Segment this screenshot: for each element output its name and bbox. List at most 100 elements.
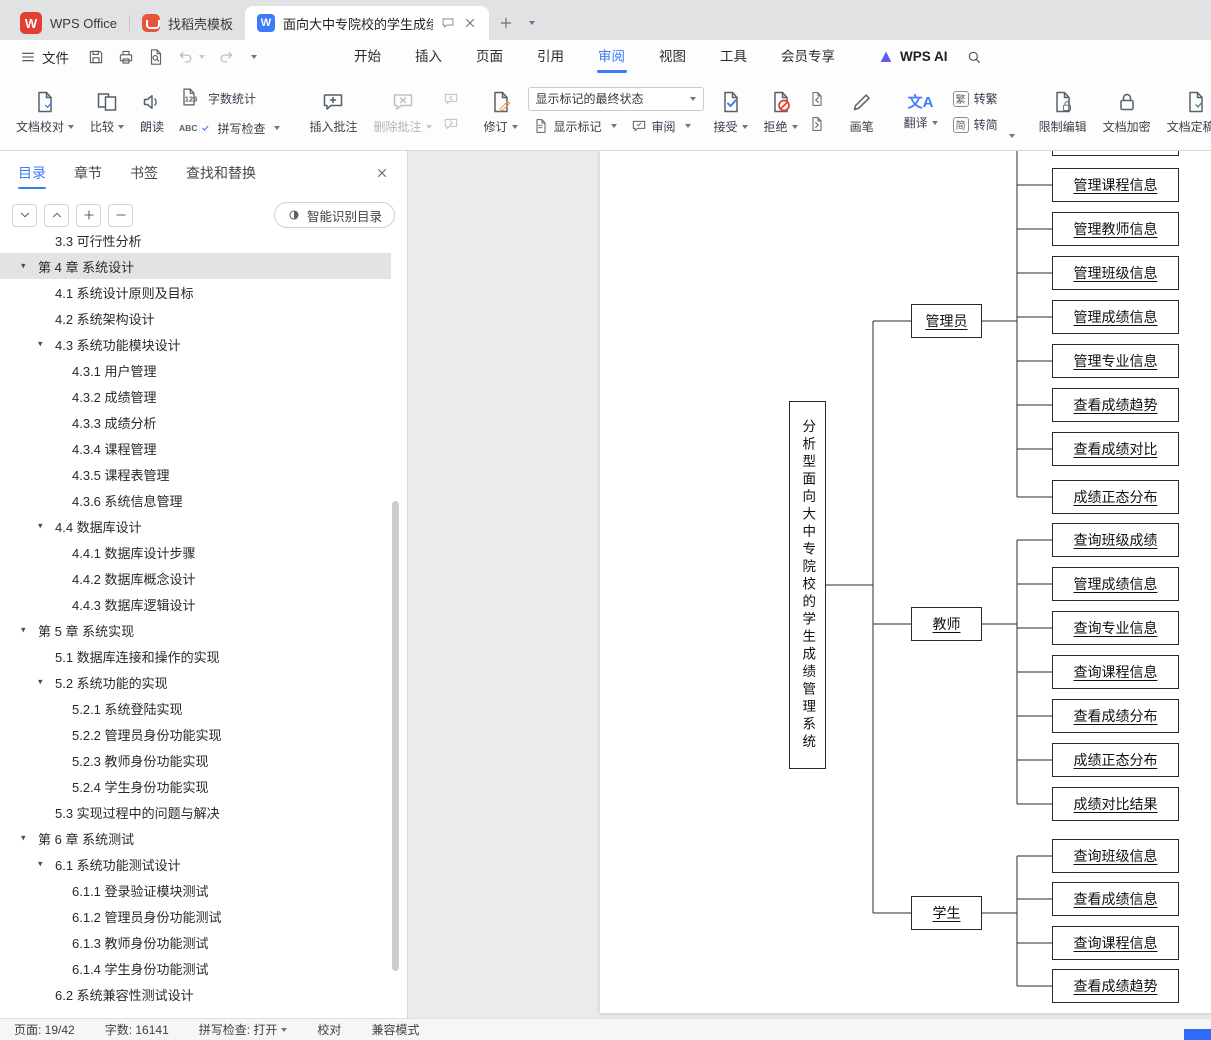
previous-comment-icon[interactable]: [443, 91, 459, 107]
sidebar-tab-bookmarks[interactable]: 书签: [130, 151, 158, 195]
encrypt-document-button[interactable]: 文档加密: [1095, 79, 1159, 145]
menu-tab-review[interactable]: 审阅: [581, 40, 642, 73]
redo-button[interactable]: [217, 48, 235, 66]
menu-tab-tools[interactable]: 工具: [703, 40, 764, 73]
toc-item[interactable]: 4.1 系统设计原则及目标: [0, 279, 391, 305]
toc-item[interactable]: 6.1.3 教师身份功能测试: [0, 929, 391, 955]
ink-brush-button[interactable]: 画笔: [842, 79, 882, 145]
file-menu-button[interactable]: 文件: [12, 47, 77, 67]
delete-comment-button[interactable]: 删除批注: [366, 79, 440, 145]
new-tab-button[interactable]: [495, 12, 517, 34]
toc-item[interactable]: 4.3.5 课程表管理: [0, 461, 391, 487]
markup-state-select[interactable]: 显示标记的最终状态: [527, 86, 704, 111]
print-button[interactable]: [117, 48, 135, 66]
reject-button[interactable]: 拒绝: [756, 79, 806, 145]
zoom-in-button[interactable]: [76, 203, 101, 227]
toc-item[interactable]: 5.2.4 学生身份功能实现: [0, 773, 391, 799]
finalize-document-button[interactable]: 文档定稿: [1159, 79, 1211, 145]
toc-item[interactable]: 6.2 系统兼容性测试设计: [0, 981, 391, 1007]
sidebar-tab-find-replace[interactable]: 查找和替换: [186, 151, 256, 195]
sidebar-tab-contents[interactable]: 目录: [18, 151, 46, 195]
toc-item[interactable]: 4.3.4 课程管理: [0, 435, 391, 461]
save-button[interactable]: [87, 48, 105, 66]
tab-docer-templates[interactable]: 找稻壳模板: [130, 6, 245, 40]
toc-item[interactable]: 4.4.2 数据库概念设计: [0, 565, 391, 591]
search-icon[interactable]: [966, 49, 982, 65]
toc-item[interactable]: 5.1 数据库连接和操作的实现: [0, 643, 391, 669]
sidebar-close-icon[interactable]: [375, 166, 389, 180]
doc-proofing-button[interactable]: 文档校对: [8, 79, 82, 145]
toc-item[interactable]: 4.4.1 数据库设计步骤: [0, 539, 391, 565]
toc-item[interactable]: 4.3.6 系统信息管理: [0, 487, 391, 513]
compare-button[interactable]: 比较: [82, 79, 132, 145]
toc-item[interactable]: 5.2.3 教师身份功能实现: [0, 747, 391, 773]
toc-item[interactable]: 5.2 系统功能的实现: [0, 669, 391, 695]
expand-arrow-icon[interactable]: [38, 859, 43, 870]
toc-item[interactable]: 3.3 可行性分析: [0, 235, 391, 253]
sidebar-tab-chapters[interactable]: 章节: [74, 151, 102, 195]
spell-check-toggle[interactable]: 拼写检查: 打开: [199, 1021, 288, 1038]
toc-item[interactable]: 6.1.1 登录验证模块测试: [0, 877, 391, 903]
proofread-button[interactable]: 校对: [317, 1021, 341, 1038]
toc-item[interactable]: 4.3.1 用户管理: [0, 357, 391, 383]
toc-item[interactable]: 4.4.3 数据库逻辑设计: [0, 591, 391, 617]
accept-button[interactable]: 接受: [706, 79, 756, 145]
restrict-editing-button[interactable]: 限制编辑: [1031, 79, 1095, 145]
tab-close-icon[interactable]: [463, 16, 477, 30]
word-count-button[interactable]: 123 字数统计: [174, 85, 285, 113]
toc-item[interactable]: 6.1.2 管理员身份功能测试: [0, 903, 391, 929]
menu-tab-home[interactable]: 开始: [337, 40, 398, 73]
wps-ai-button[interactable]: WPS AI: [878, 49, 948, 65]
toc-item[interactable]: 5.2.2 管理员身份功能实现: [0, 721, 391, 747]
undo-button[interactable]: [177, 48, 205, 66]
to-traditional-button[interactable]: 繁 转繁: [948, 88, 1003, 109]
tab-active-document[interactable]: W 面向大中专院校的学生成绩管: [244, 6, 489, 40]
diagram-function-box-clipped: [1052, 151, 1179, 156]
tab-list-chevron-icon[interactable]: [519, 12, 541, 34]
translate-button[interactable]: 文A 翻译: [896, 79, 946, 145]
menu-tab-reference[interactable]: 引用: [520, 40, 581, 73]
insert-comment-button[interactable]: 插入批注: [301, 79, 365, 145]
toc-item[interactable]: 6.1.4 学生身份功能测试: [0, 955, 391, 981]
toc-item[interactable]: 4.3.3 成绩分析: [0, 409, 391, 435]
toc-item-chapter-5[interactable]: 第 5 章 系统实现: [0, 617, 391, 643]
toc-item-chapter-4[interactable]: 第 4 章 系统设计: [0, 253, 391, 279]
expand-arrow-icon[interactable]: [21, 833, 26, 844]
quick-access-chevron-icon[interactable]: [247, 54, 257, 59]
toc-item[interactable]: 6.1 系统功能测试设计: [0, 851, 391, 877]
menu-tab-page[interactable]: 页面: [459, 40, 520, 73]
expand-arrow-icon[interactable]: [38, 521, 43, 532]
show-markup-button[interactable]: 显示标记: [528, 116, 622, 137]
menu-tab-membership[interactable]: 会员专享: [764, 40, 852, 73]
toc-item[interactable]: 4.3 系统功能模块设计: [0, 331, 391, 357]
menu-tab-view[interactable]: 视图: [642, 40, 703, 73]
sidebar-scrollbar-thumb[interactable]: [392, 501, 399, 971]
print-preview-button[interactable]: [147, 48, 165, 66]
zoom-out-button[interactable]: [108, 203, 133, 227]
collapse-all-button[interactable]: [44, 203, 69, 227]
read-aloud-button[interactable]: 朗读: [132, 79, 172, 145]
expand-arrow-icon[interactable]: [38, 677, 43, 688]
toc-item[interactable]: 4.4 数据库设计: [0, 513, 391, 539]
expand-arrow-icon[interactable]: [21, 625, 26, 636]
next-change-icon[interactable]: [809, 116, 825, 132]
spell-check-icon: ABC: [179, 122, 198, 133]
ribbon-more-chevron-icon[interactable]: [1005, 127, 1015, 142]
previous-change-icon[interactable]: [809, 91, 825, 107]
to-simplified-button[interactable]: 简 转简: [948, 114, 1003, 135]
toc-item[interactable]: 4.3.2 成绩管理: [0, 383, 391, 409]
review-pane-button[interactable]: 审阅: [626, 116, 696, 137]
track-changes-button[interactable]: 修订: [476, 79, 526, 145]
expand-arrow-icon[interactable]: [38, 339, 43, 350]
toc-item-chapter-6[interactable]: 第 6 章 系统测试: [0, 825, 391, 851]
tab-wps-office[interactable]: W WPS Office: [8, 6, 129, 40]
toc-item[interactable]: 5.3 实现过程中的问题与解决: [0, 799, 391, 825]
toc-item[interactable]: 4.2 系统架构设计: [0, 305, 391, 331]
menu-tab-insert[interactable]: 插入: [398, 40, 459, 73]
expand-all-button[interactable]: [12, 203, 37, 227]
toc-item[interactable]: 5.2.1 系统登陆实现: [0, 695, 391, 721]
spell-check-button[interactable]: ABC 拼写检查: [174, 118, 285, 139]
expand-arrow-icon[interactable]: [21, 261, 26, 272]
smart-toc-button[interactable]: 智能识别目录: [273, 202, 395, 228]
next-comment-icon[interactable]: [443, 116, 459, 132]
